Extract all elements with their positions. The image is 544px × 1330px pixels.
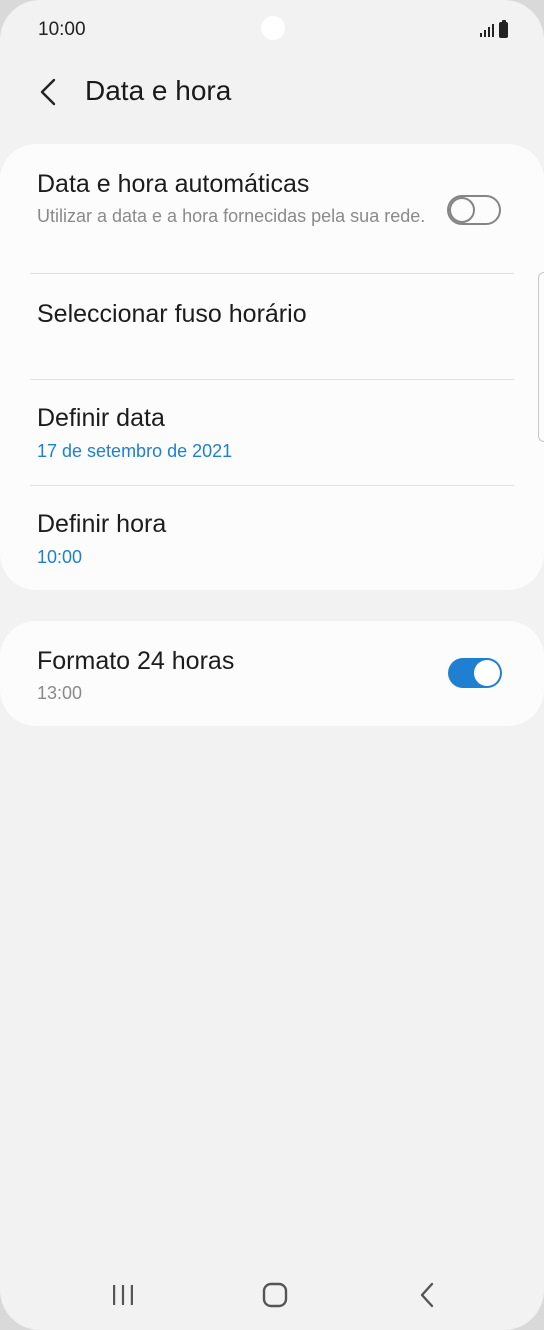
- toggle-knob: [474, 660, 500, 686]
- set-time-row[interactable]: Definir hora 10:00: [0, 486, 544, 590]
- auto-datetime-row[interactable]: Data e hora automáticas Utilizar a data …: [0, 144, 544, 273]
- battery-icon: [499, 20, 508, 38]
- format-24h-toggle[interactable]: [448, 658, 502, 688]
- status-icons: [479, 20, 508, 38]
- set-time-value: 10:00: [37, 547, 83, 567]
- date-time-settings-card: Data e hora automáticas Utilizar a data …: [0, 144, 544, 590]
- format-settings-card: Formato 24 horas 13:00: [0, 621, 544, 726]
- back-button[interactable]: [28, 70, 68, 114]
- chevron-left-icon: [40, 78, 56, 106]
- format-24h-example: 13:00: [37, 683, 83, 703]
- navigation-bar: [0, 1262, 544, 1328]
- recents-button[interactable]: [93, 1262, 153, 1328]
- toggle-knob: [449, 197, 475, 223]
- home-button[interactable]: [245, 1262, 305, 1328]
- camera-cutout: [261, 16, 285, 40]
- status-bar: 10:00: [0, 0, 544, 60]
- set-date-value: 17 de setembro de 2021: [37, 441, 233, 461]
- set-date-row[interactable]: Definir data 17 de setembro de 2021: [0, 380, 544, 485]
- auto-datetime-toggle[interactable]: [447, 195, 501, 225]
- status-time: 10:00: [38, 19, 86, 40]
- format-24h-title: Formato 24 horas: [37, 647, 235, 675]
- auto-datetime-subtitle: Utilizar a data e a hora fornecidas pela…: [37, 206, 426, 226]
- timezone-title: Seleccionar fuso horário: [37, 300, 307, 328]
- back-icon: [420, 1282, 434, 1308]
- home-icon: [262, 1282, 288, 1308]
- nav-back-button[interactable]: [397, 1262, 457, 1328]
- auto-datetime-title: Data e hora automáticas: [37, 170, 310, 198]
- recents-icon: [113, 1285, 133, 1305]
- set-date-title: Definir data: [37, 404, 165, 432]
- format-24h-row[interactable]: Formato 24 horas 13:00: [0, 621, 544, 726]
- timezone-row[interactable]: Seleccionar fuso horário: [0, 274, 544, 379]
- app-header: Data e hora: [0, 62, 544, 120]
- scrollbar[interactable]: [538, 272, 544, 442]
- phone-screen: 10:00 Data e hora Data e hora automática…: [0, 0, 544, 1330]
- set-time-title: Definir hora: [37, 510, 167, 538]
- page-title: Data e hora: [85, 75, 232, 106]
- signal-icon: [480, 24, 494, 37]
